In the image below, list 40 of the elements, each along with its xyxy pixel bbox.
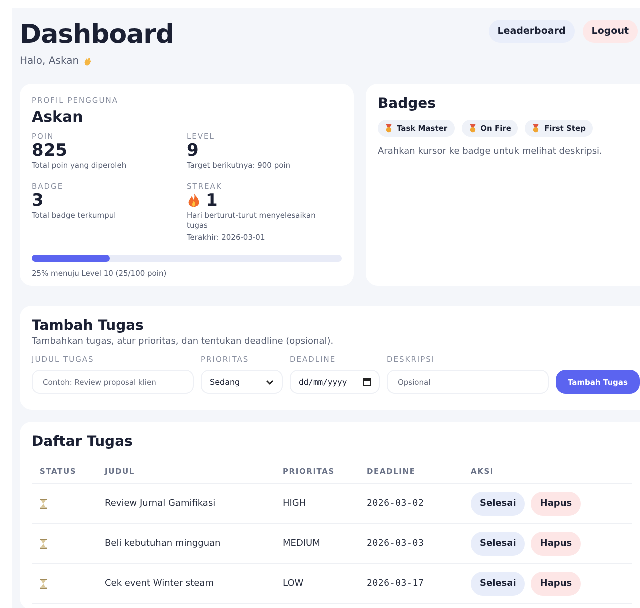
priority-text: MEDIUM — [283, 538, 322, 548]
user-name: Askan — [32, 108, 84, 126]
priority-text: HIGH — [283, 498, 308, 508]
date-field[interactable]: dd/mm/yyyy — [290, 370, 380, 394]
task-title: Cek event Winter steam — [105, 578, 215, 588]
logout-button[interactable]: Logout — [582, 20, 638, 43]
deadline-text: 2026-03-03 — [367, 538, 426, 548]
hint-text: Arahkan kursor ke badge untuk melihat deskripsi. — [378, 147, 604, 157]
stat-value: 1 — [206, 190, 218, 211]
chevron-down-icon — [266, 380, 274, 384]
complete-button[interactable]: Selesai — [471, 532, 526, 556]
hourglass-icon — [40, 498, 47, 508]
greeting-text: Halo, Askan — [20, 56, 80, 67]
page-title: Dashboard — [20, 20, 174, 50]
hourglass-icon — [40, 538, 47, 548]
deadline-text: 2026-03-17 — [367, 578, 426, 588]
task-title: Beli kebutuhan mingguan — [105, 538, 222, 548]
hourglass-icon — [40, 578, 47, 588]
delete-button[interactable]: Hapus — [531, 492, 582, 516]
stat-value: 3 — [32, 190, 44, 211]
card-title: Daftar Tugas — [32, 434, 134, 450]
card-title: Badges — [378, 96, 437, 112]
stat-value: 825 — [32, 141, 68, 162]
header-button[interactable]: Leaderboard — [488, 20, 575, 43]
card-title: Tambah Tugas — [32, 318, 145, 334]
medal-icon — [468, 124, 477, 133]
stat-value: 9 — [187, 141, 199, 162]
complete-button[interactable]: Selesai — [471, 572, 526, 596]
medal-icon — [532, 124, 540, 133]
flame-icon — [187, 192, 201, 210]
delete-button[interactable]: Hapus — [531, 572, 582, 596]
task-title: Review Jurnal Gamifikasi — [105, 498, 217, 508]
delete-button[interactable]: Hapus — [531, 532, 582, 556]
medal-icon — [385, 124, 393, 133]
deadline-text: 2026-03-02 — [367, 498, 426, 508]
calendar-icon — [363, 378, 371, 386]
complete-button[interactable]: Selesai — [471, 492, 526, 516]
card-subtitle: Tambahkan tugas, atur prioritas, dan tentukan deadline (opsional). — [32, 337, 335, 347]
priority-select[interactable]: Sedang — [201, 370, 283, 394]
priority-text: LOW — [283, 578, 305, 588]
